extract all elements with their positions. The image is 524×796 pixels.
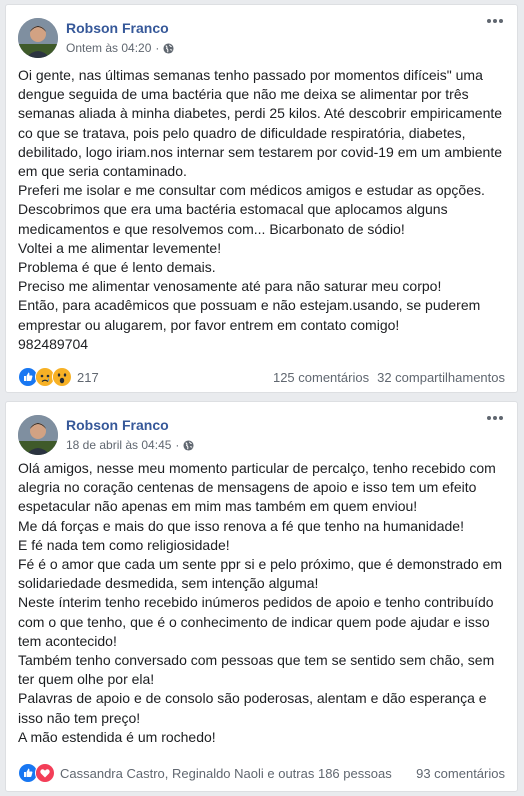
ellipsis-icon[interactable] [485, 14, 505, 28]
shares-link[interactable]: 32 compartilhamentos [377, 370, 505, 385]
post-paragraph: E fé nada tem como religiosidade! [18, 536, 230, 553]
love-icon [35, 763, 55, 783]
meta-separator: · [155, 41, 160, 55]
post-card: Robson Franco Ontem às 04:20 · Oi gente,… [5, 4, 518, 393]
post-paragraph: Oi gente, nas últimas semanas tenho pass… [18, 67, 503, 180]
post-paragraph: 982489704 [18, 335, 89, 352]
reactions-summary[interactable]: Cassandra Castro, Reginaldo Naoli e outr… [18, 763, 392, 783]
reactions-summary[interactable]: 217 [18, 367, 99, 387]
author-name[interactable]: Robson Franco [66, 417, 169, 433]
wow-icon [52, 367, 72, 387]
post-meta: Ontem às 04:20 · [66, 41, 174, 55]
post-paragraph: Olá amigos, nesse meu momento particular… [18, 460, 496, 515]
post-paragraph: Também tenho conversado com pessoas que … [18, 652, 495, 688]
post-paragraph: Problema é que é lento demais. [18, 259, 216, 276]
timestamp[interactable]: Ontem às 04:20 [66, 41, 151, 55]
reaction-names[interactable]: Cassandra Castro, Reginaldo Naoli e outr… [60, 766, 392, 781]
post-paragraph: Fé é o amor que cada um sente ppr si e p… [18, 556, 503, 592]
timestamp[interactable]: 18 de abril às 04:45 [66, 438, 171, 452]
post-footer: Cassandra Castro, Reginaldo Naoli e outr… [18, 763, 505, 783]
post-card: Robson Franco 18 de abril às 04:45 · Olá… [5, 401, 518, 792]
post-meta: 18 de abril às 04:45 · [66, 438, 194, 452]
post-paragraph: Então, para acadêmicos que possuam e não… [18, 297, 481, 333]
post-paragraph: Neste ínterim tenho recebido inúmeros pe… [18, 594, 494, 649]
comments-link[interactable]: 125 comentários [273, 370, 369, 385]
ellipsis-icon[interactable] [485, 411, 505, 425]
globe-icon [163, 42, 174, 54]
author-name[interactable]: Robson Franco [66, 20, 169, 36]
avatar[interactable] [18, 415, 58, 455]
post-paragraph: Preciso me alimentar venosamente até par… [18, 278, 442, 295]
reaction-count[interactable]: 217 [77, 370, 99, 385]
post-paragraph: Me dá forças e mais do que isso renova a… [18, 517, 464, 534]
post-paragraph: A mão estendida é um rochedo! [18, 728, 216, 745]
post-paragraph: Voltei a me alimentar levemente! [18, 239, 222, 256]
globe-icon [183, 439, 194, 451]
post-paragraph: Descobrimos que era uma bactéria estomac… [18, 201, 448, 237]
post-text: Oi gente, nas últimas semanas tenho pass… [18, 66, 507, 354]
meta-separator: · [175, 438, 180, 452]
post-footer: 217 125 comentários 32 compartilhamentos [18, 367, 505, 387]
post-paragraph: Palavras de apoio e de consolo são poder… [18, 690, 487, 726]
avatar[interactable] [18, 18, 58, 58]
post-text: Olá amigos, nesse meu momento particular… [18, 459, 507, 747]
post-paragraph: Preferi me isolar e me consultar com méd… [18, 182, 485, 199]
comments-link[interactable]: 93 comentários [416, 766, 505, 781]
